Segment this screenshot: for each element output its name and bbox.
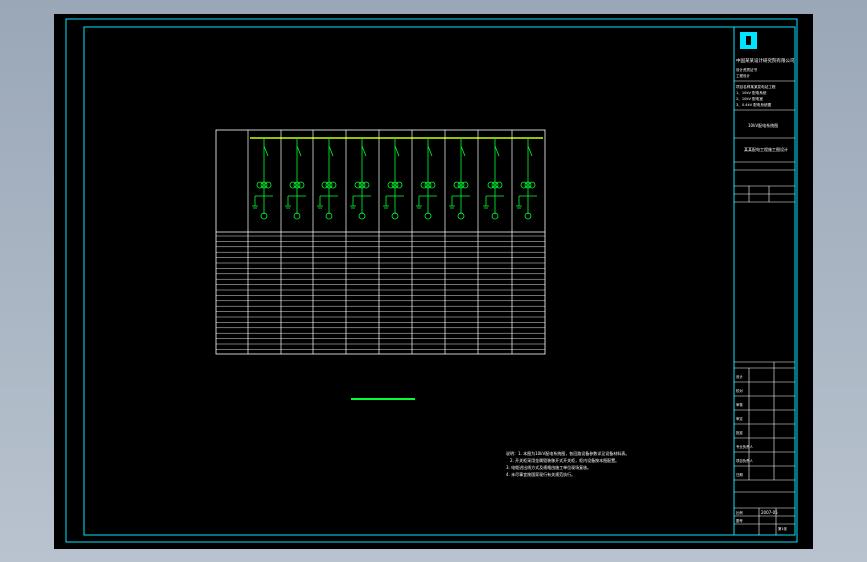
row-label-3: 审定 [736,416,743,421]
breaker-switch-icon [328,145,334,157]
note-line-1: 说明：1. 本图为10kV配电系统图，各回路设备参数详见设备材料表。 [506,450,629,456]
page-label: 第1张 [778,526,788,531]
current-transformer-icon [387,181,395,189]
current-transformer-icon [321,181,329,189]
current-transformer-icon [428,181,436,189]
panel-dividers [247,130,513,354]
current-transformer-icon [528,181,536,189]
notes: 说明：1. 本图为10kV配电系统图，各回路设备参数详见设备材料表。 2. 开关… [506,450,629,477]
outer-frame [65,18,798,543]
breaker-switch-icon [427,145,433,157]
panel-circuits [252,138,537,220]
sheet-label: 图号 [736,518,743,523]
current-transformer-icon [420,181,428,189]
current-transformer-icon [520,181,528,189]
note-line-4: 4. 未尽事宜按国家现行有关规范执行。 [506,471,575,477]
ground-symbol-icon [350,205,356,209]
breaker-switch-icon [460,145,466,157]
breaker-switch-icon [394,145,400,157]
note-line-3: 3. 电缆进出线方式及规格由施工单位现场复核。 [506,464,591,470]
row-label-5: 专业负责人 [736,444,754,449]
drawing-title: 10kV配电系统图 [748,122,778,128]
ground-symbol-icon [449,205,455,209]
row-label-2: 审核 [736,402,743,407]
ground-symbol-icon [285,205,291,209]
row-label-1: 校对 [736,388,743,393]
drawing-sheet: 中国某某设计研究院有限公司 设计资质证书 工程设计 项目名称某某变电站工程 1、… [54,14,813,549]
project-label-3: 2、10kV 配电室 [736,96,763,101]
inner-frame [83,26,796,536]
ground-symbol-icon [516,205,522,209]
company-sub1: 设计资质证书 [736,67,757,72]
breaker-switch-icon [263,145,269,157]
current-transformer-icon [395,181,403,189]
panel-circuit-1 [285,138,306,220]
breaker-switch-icon [494,145,500,157]
ground-symbol-icon [483,205,489,209]
current-transformer-icon [297,181,305,189]
parameter-table [216,235,545,350]
panel-circuit-5 [416,138,437,220]
panel-circuit-6 [449,138,470,220]
current-transformer-icon [256,181,264,189]
ground-symbol-icon [383,205,389,209]
diagram-border [215,129,546,355]
current-transformer-icon [461,181,469,189]
current-transformer-icon [289,181,297,189]
scale-label: 比例 [736,510,743,515]
breaker-switch-icon [296,145,302,157]
row-label-0: 设计 [736,374,743,379]
current-transformer-icon [354,181,362,189]
panel-circuit-2 [317,138,338,220]
panel-circuit-7 [483,138,504,220]
current-transformer-icon [453,181,461,189]
ground-symbol-icon [252,205,258,209]
company-sub2: 工程设计 [736,73,750,78]
ground-symbol-icon [317,205,323,209]
current-transformer-icon [495,181,503,189]
note-line-2: 2. 开关柜采用金属铠装移开式开关柜，柜内设备按本图配置。 [510,457,619,463]
title-block: 中国某某设计研究院有限公司 设计资质证书 工程设计 项目名称某某变电站工程 1、… [733,27,795,535]
cad-drawing: 中国某某设计研究院有限公司 设计资质证书 工程设计 项目名称某某变电站工程 1、… [65,18,798,543]
drawing-number: 2007-05 [761,510,778,515]
current-transformer-icon [329,181,337,189]
single-line-diagram [215,129,546,355]
company-name: 中国某某设计研究院有限公司 [736,57,795,64]
project-label-1: 项目名称某某变电站工程 [736,84,776,89]
row-label-6: 项目负责人 [736,458,754,463]
drawing-subtitle: 某某配电工程施工图设计 [744,146,788,152]
panel-circuit-8 [516,138,537,220]
project-label-4: 3、0.4kV 配电系统图 [736,102,772,107]
current-transformer-icon [264,181,272,189]
ground-symbol-icon [416,205,422,209]
breaker-switch-icon [361,145,367,157]
current-transformer-icon [487,181,495,189]
panel-circuit-4 [383,138,404,220]
panel-circuit-0 [252,138,273,220]
project-label-2: 1、10kV 配电系统 [736,90,767,95]
current-transformer-icon [362,181,370,189]
breaker-switch-icon [527,145,533,157]
panel-circuit-3 [350,138,371,220]
row-label-4: 批准 [736,430,743,435]
row-label-7: 日期 [736,472,743,477]
